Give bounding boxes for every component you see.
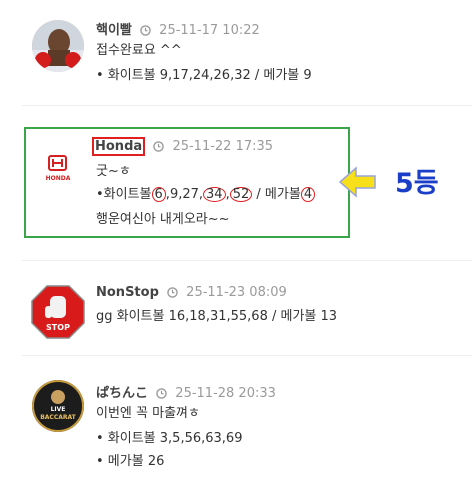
logo-text: HONDA bbox=[46, 175, 71, 182]
matched-number: 34 bbox=[203, 187, 226, 202]
comment-meta: 핵이빨 25-11-17 10:22 bbox=[96, 19, 260, 38]
clock-icon bbox=[156, 388, 167, 399]
comment-text: 접수완료요 ^^ bbox=[96, 43, 182, 58]
comment-time: 25-11-28 20:33 bbox=[175, 386, 276, 401]
number-text: 9,27 bbox=[169, 187, 199, 202]
author-nickname[interactable]: ぱちんこ bbox=[96, 386, 148, 401]
badge-top-text: LIVE bbox=[51, 406, 66, 413]
avatar[interactable] bbox=[32, 20, 84, 72]
comment-text: 이번엔 꼭 마출껴ㅎ bbox=[96, 406, 200, 421]
clock-icon bbox=[140, 25, 151, 36]
divider bbox=[22, 105, 472, 106]
megaball-prefix: / 메가볼 bbox=[256, 187, 301, 202]
comment-text: gg 화이트볼 16,18,31,55,68 / 메가볼 13 bbox=[96, 309, 338, 324]
boxer-photo-icon bbox=[32, 20, 84, 72]
matched-number: 4 bbox=[300, 187, 316, 202]
comment-text: • 화이트볼 3,5,56,63,69 bbox=[96, 431, 243, 446]
comment-meta: Honda 25-11-22 17:35 bbox=[92, 137, 274, 156]
divider bbox=[22, 260, 472, 261]
sign-text: STOP bbox=[46, 323, 70, 332]
divider bbox=[22, 355, 472, 356]
honda-logo-icon: HONDA bbox=[46, 155, 71, 182]
author-nickname[interactable]: Honda bbox=[92, 137, 146, 156]
comment-text: • 화이트볼 9,17,24,26,32 / 메가볼 9 bbox=[96, 68, 312, 83]
arrow-left-icon bbox=[338, 166, 376, 198]
comment-text: 행운여신아 내게오라~~ bbox=[96, 212, 230, 227]
comment-meta: ぱちんこ 25-11-28 20:33 bbox=[96, 382, 276, 401]
rank-label: 5등 bbox=[395, 168, 439, 199]
comment-time: 25-11-22 17:35 bbox=[172, 139, 274, 154]
avatar[interactable]: HONDA bbox=[32, 140, 84, 192]
author-nickname[interactable]: NonStop bbox=[96, 285, 159, 300]
avatar[interactable]: LIVE BACCARAT bbox=[32, 380, 84, 432]
baccarat-badge-icon: LIVE BACCARAT bbox=[32, 380, 84, 432]
clock-icon bbox=[153, 141, 165, 152]
comment-time: 25-11-17 10:22 bbox=[159, 23, 260, 38]
clock-icon bbox=[167, 287, 178, 298]
comment-text: 굿~ㅎ bbox=[96, 164, 131, 179]
whiteball-prefix: •화이트볼 bbox=[96, 187, 152, 202]
avatar[interactable]: STOP bbox=[30, 284, 86, 340]
comment-meta: NonStop 25-11-23 08:09 bbox=[96, 285, 287, 300]
matched-number: 52 bbox=[229, 187, 253, 202]
comment-text-numbers: •화이트볼 6,9,27, 34, 52 / 메가볼 4 bbox=[96, 183, 316, 202]
comment-text: • 메가볼 26 bbox=[96, 454, 165, 469]
author-nickname[interactable]: 핵이빨 bbox=[96, 23, 132, 38]
stop-sign-icon: STOP bbox=[31, 285, 85, 339]
matched-number: 6 bbox=[151, 187, 166, 202]
comment-time: 25-11-23 08:09 bbox=[186, 285, 287, 300]
badge-bottom-text: BACCARAT bbox=[40, 414, 76, 421]
